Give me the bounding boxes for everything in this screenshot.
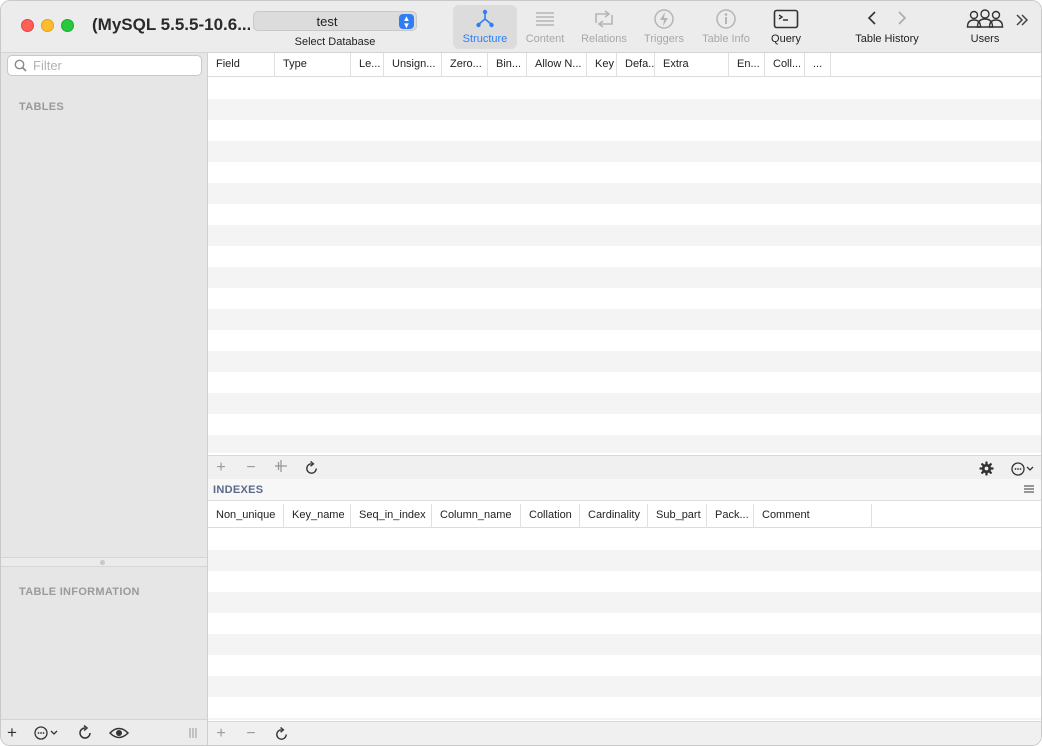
column-header[interactable]: Zero... — [442, 53, 488, 77]
column-header[interactable]: Non_unique — [208, 504, 284, 528]
window-title: (MySQL 5.5.5-10.6.... — [92, 15, 250, 34]
indexes-header: INDEXES — [208, 479, 1041, 501]
relations-icon — [575, 5, 633, 33]
column-header[interactable]: Le... — [351, 53, 384, 77]
indexes-grid-body[interactable] — [208, 529, 1041, 720]
column-header[interactable]: Sub_part — [648, 504, 707, 528]
query-tab[interactable]: Query — [763, 5, 809, 49]
column-header[interactable]: Type — [275, 53, 351, 77]
database-select[interactable]: test ▲ ▼ — [253, 11, 417, 31]
remove-field-button[interactable]: − — [242, 459, 260, 477]
sidebar-bottom-bar: + — [1, 719, 207, 745]
column-header[interactable]: Bin... — [488, 53, 527, 77]
column-header[interactable]: Allow N... — [527, 53, 587, 77]
search-icon — [14, 59, 27, 75]
terminal-icon — [763, 5, 809, 33]
more-actions-button[interactable] — [1010, 461, 1036, 479]
structure-grid-header: Field Type Le... Unsign... Zero... Bin..… — [208, 53, 1041, 77]
add-index-button[interactable]: + — [212, 725, 230, 743]
main-content: Field Type Le... Unsign... Zero... Bin..… — [208, 53, 1041, 745]
indexes-grid-header: Non_unique Key_name Seq_in_index Column_… — [208, 504, 1041, 528]
column-header[interactable]: Unsign... — [384, 53, 442, 77]
eye-icon[interactable] — [108, 726, 130, 743]
info-icon — [697, 5, 755, 33]
maximize-window-button[interactable] — [61, 19, 74, 32]
structure-tab-label: Structure — [462, 33, 508, 45]
filter-field[interactable] — [7, 55, 202, 76]
column-header[interactable]: Collation — [521, 504, 580, 528]
content-tab[interactable]: Content — [519, 5, 571, 49]
indexes-bottom-bar: + − — [208, 721, 1041, 745]
column-header[interactable]: Pack... — [707, 504, 754, 528]
column-header[interactable]: En... — [729, 53, 765, 77]
triggers-tab[interactable]: Triggers — [638, 5, 690, 49]
column-header[interactable]: Extra — [655, 53, 729, 77]
menu-icon[interactable] — [1023, 483, 1035, 498]
chevron-double-right-icon[interactable] — [1015, 13, 1029, 30]
sidebar: TABLES TABLE INFORMATION + — [1, 53, 208, 745]
add-table-button[interactable]: + — [7, 724, 17, 742]
column-header[interactable]: Column_name — [432, 504, 521, 528]
structure-icon — [453, 5, 517, 33]
sidebar-split-handle[interactable] — [1, 557, 207, 567]
column-header[interactable]: Defa... — [617, 53, 655, 77]
refresh-icon[interactable] — [77, 724, 93, 744]
triggers-icon — [638, 5, 690, 33]
column-header[interactable]: Coll... — [765, 53, 805, 77]
database-select-value: test — [316, 14, 338, 29]
structure-bottom-bar: + − — [208, 455, 1041, 479]
column-header[interactable]: Key — [587, 53, 617, 77]
refresh-icon[interactable] — [272, 726, 290, 745]
column-header[interactable]: Seq_in_index — [351, 504, 432, 528]
column-header[interactable]: Comment — [754, 504, 872, 528]
table-history-label: Table History — [855, 33, 919, 45]
column-header[interactable]: Cardinality — [580, 504, 648, 528]
query-tab-label: Query — [771, 33, 801, 45]
column-header[interactable]: Key_name — [284, 504, 351, 528]
remove-index-button[interactable]: − — [242, 725, 260, 743]
users-icon — [963, 5, 1007, 33]
users-button[interactable]: Users — [963, 5, 1007, 49]
chevron-right-icon[interactable] — [887, 10, 917, 28]
app-window: (MySQL 5.5.5-10.6.... test ▲ ▼ Select Dat… — [0, 0, 1042, 746]
tables-heading: TABLES — [19, 101, 64, 113]
table-actions-button[interactable] — [34, 725, 60, 744]
table-info-tab[interactable]: Table Info — [697, 5, 755, 49]
duplicate-field-button[interactable] — [272, 459, 290, 477]
history-nav — [849, 5, 925, 33]
column-header[interactable]: Field — [208, 53, 275, 77]
table-info-tab-label: Table Info — [702, 33, 750, 45]
table-information-heading: TABLE INFORMATION — [19, 586, 140, 598]
column-header[interactable]: ... — [805, 53, 831, 77]
relations-tab-label: Relations — [581, 33, 627, 45]
refresh-icon[interactable] — [302, 460, 320, 479]
indexes-heading: INDEXES — [213, 484, 264, 496]
split-handle-dot — [100, 560, 105, 565]
database-select-label: Select Database — [294, 36, 376, 48]
close-window-button[interactable] — [21, 19, 34, 32]
relations-tab[interactable]: Relations — [575, 5, 633, 49]
content-icon — [519, 5, 571, 33]
gear-icon[interactable] — [977, 461, 995, 479]
users-label: Users — [970, 33, 1000, 45]
minimize-window-button[interactable] — [41, 19, 54, 32]
add-field-button[interactable]: + — [212, 459, 230, 477]
chevron-left-icon[interactable] — [857, 10, 887, 28]
resize-grip-icon[interactable] — [189, 726, 197, 743]
triggers-tab-label: Triggers — [644, 33, 684, 45]
chevron-up-down-icon: ▲ ▼ — [399, 14, 414, 30]
structure-grid-body[interactable] — [208, 78, 1041, 453]
structure-tab[interactable]: Structure — [453, 5, 517, 49]
content-tab-label: Content — [525, 33, 565, 45]
filter-input[interactable] — [33, 58, 193, 73]
toolbar: (MySQL 5.5.5-10.6.... test ▲ ▼ Select Dat… — [1, 1, 1041, 53]
table-history-control: Table History — [849, 5, 925, 49]
